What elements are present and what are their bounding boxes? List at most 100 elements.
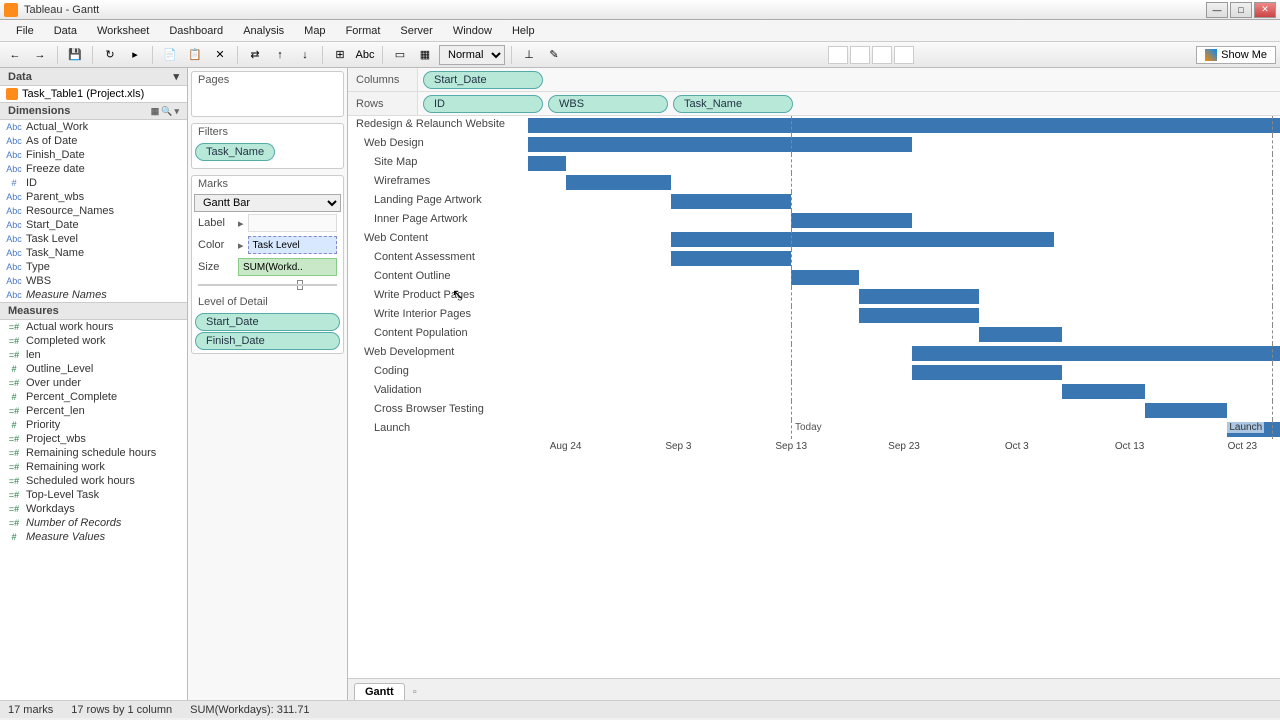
gantt-bar[interactable]	[859, 289, 979, 304]
measure-project-wbs[interactable]: =#Project_wbs	[0, 432, 187, 446]
measure-workdays[interactable]: =#Workdays	[0, 502, 187, 516]
dimension-type[interactable]: AbcType	[0, 260, 187, 274]
gantt-bar[interactable]	[671, 194, 791, 209]
save-button[interactable]: 💾	[64, 45, 86, 65]
measure-actual-work-hours[interactable]: =#Actual work hours	[0, 320, 187, 334]
lod-pill-start_date[interactable]: Start_Date	[195, 313, 340, 331]
lod-pill-finish_date[interactable]: Finish_Date	[195, 332, 340, 350]
dimension-start-date[interactable]: AbcStart_Date	[0, 218, 187, 232]
pages-shelf[interactable]: Pages	[191, 71, 344, 117]
measure-remaining-schedule-hours[interactable]: =#Remaining schedule hours	[0, 446, 187, 460]
home-button[interactable]	[894, 46, 914, 64]
measure-measure-values[interactable]: #Measure Values	[0, 530, 187, 544]
gantt-bar[interactable]	[859, 308, 979, 323]
worksheet-view-button[interactable]	[850, 46, 870, 64]
gantt-bar[interactable]	[791, 270, 859, 285]
highlight-button[interactable]: ✎	[543, 45, 565, 65]
fit-select[interactable]: Normal	[439, 45, 505, 65]
label-shelf[interactable]	[248, 214, 337, 232]
close-button[interactable]: ✕	[1254, 2, 1276, 18]
find-icon[interactable]: 🔍	[161, 106, 172, 117]
row-pill-task_name[interactable]: Task_Name	[673, 95, 793, 113]
gantt-bar[interactable]	[671, 232, 1055, 247]
swap-button[interactable]: ⇄	[244, 45, 266, 65]
measure-remaining-work[interactable]: =#Remaining work	[0, 460, 187, 474]
new-worksheet-button[interactable]: 📄	[159, 45, 181, 65]
dashboard-view-button[interactable]	[872, 46, 892, 64]
minimize-button[interactable]: —	[1206, 2, 1228, 18]
size-shelf[interactable]: SUM(Workd..	[238, 258, 337, 276]
clear-button[interactable]: ✕	[209, 45, 231, 65]
row-pill-id[interactable]: ID	[423, 95, 543, 113]
menu-format[interactable]: Format	[336, 23, 391, 39]
gantt-bar[interactable]	[528, 156, 566, 171]
show-me-button[interactable]: Show Me	[1196, 46, 1276, 64]
columns-shelf[interactable]: Columns Start_Date	[348, 68, 1280, 92]
measure-priority[interactable]: #Priority	[0, 418, 187, 432]
new-sheet-button[interactable]: ▫	[405, 684, 425, 700]
gantt-chart[interactable]: Redesign & Relaunch WebsiteWeb DesignSit…	[348, 116, 1280, 678]
sort-desc-button[interactable]: ↓	[294, 45, 316, 65]
gantt-bar[interactable]	[1062, 384, 1145, 399]
gantt-bar[interactable]	[912, 365, 1062, 380]
gantt-bar[interactable]	[671, 251, 791, 266]
menu-data[interactable]: Data	[44, 23, 87, 39]
measure-over-under[interactable]: =#Over under	[0, 376, 187, 390]
rows-shelf[interactable]: Rows IDWBSTask_Name	[348, 92, 1280, 116]
gantt-bar[interactable]	[791, 213, 911, 228]
dimension-resource-names[interactable]: AbcResource_Names	[0, 204, 187, 218]
menu-dashboard[interactable]: Dashboard	[159, 23, 233, 39]
dimension-parent-wbs[interactable]: AbcParent_wbs	[0, 190, 187, 204]
menu-file[interactable]: File	[6, 23, 44, 39]
mark-type-select[interactable]: Gantt Bar	[194, 194, 341, 212]
forward-button[interactable]: →	[29, 45, 51, 65]
measure-number-of-records[interactable]: =#Number of Records	[0, 516, 187, 530]
measure-outline-level[interactable]: #Outline_Level	[0, 362, 187, 376]
measure-top-level-task[interactable]: =#Top-Level Task	[0, 488, 187, 502]
dimension-wbs[interactable]: AbcWBS	[0, 274, 187, 288]
gantt-bar[interactable]	[912, 346, 1280, 361]
row-pill-wbs[interactable]: WBS	[548, 95, 668, 113]
gantt-bar[interactable]	[979, 327, 1062, 342]
view-toggle-icon[interactable]: ▦	[151, 106, 160, 117]
maximize-button[interactable]: □	[1230, 2, 1252, 18]
menu-worksheet[interactable]: Worksheet	[87, 23, 159, 39]
measure-completed-work[interactable]: =#Completed work	[0, 334, 187, 348]
menu-help[interactable]: Help	[502, 23, 545, 39]
duplicate-button[interactable]: 📋	[184, 45, 206, 65]
menu-server[interactable]: Server	[390, 23, 442, 39]
filters-shelf[interactable]: Filters Task_Name	[191, 123, 344, 169]
presentation-button[interactable]: ▭	[389, 45, 411, 65]
fix-axes-button[interactable]: ⊥	[518, 45, 540, 65]
column-pill-start_date[interactable]: Start_Date	[423, 71, 543, 89]
color-shelf[interactable]: Task Level	[248, 236, 337, 254]
dimension-finish-date[interactable]: AbcFinish_Date	[0, 148, 187, 162]
auto-update-button[interactable]: ▸	[124, 45, 146, 65]
measure-percent-len[interactable]: =#Percent_len	[0, 404, 187, 418]
view-cards-button[interactable]: ▦	[414, 45, 436, 65]
group-button[interactable]: ⊞	[329, 45, 351, 65]
dimension-as-of-date[interactable]: AbcAs of Date	[0, 134, 187, 148]
menu-map[interactable]: Map	[294, 23, 335, 39]
refresh-button[interactable]: ↻	[99, 45, 121, 65]
gantt-bar[interactable]	[566, 175, 671, 190]
label-button[interactable]: Abc	[354, 45, 376, 65]
gantt-bar[interactable]	[528, 137, 912, 152]
dimension-measure-names[interactable]: AbcMeasure Names	[0, 288, 187, 302]
measure-scheduled-work-hours[interactable]: =#Scheduled work hours	[0, 474, 187, 488]
lod-shelf[interactable]: Start_DateFinish_Date	[192, 310, 343, 353]
menu-analysis[interactable]: Analysis	[233, 23, 294, 39]
sheet-tab-gantt[interactable]: Gantt	[354, 683, 405, 700]
gantt-bar[interactable]	[528, 118, 1280, 133]
dimension-actual-work[interactable]: AbcActual_Work	[0, 120, 187, 134]
measure-percent-complete[interactable]: #Percent_Complete	[0, 390, 187, 404]
filter-pill-task-name[interactable]: Task_Name	[195, 143, 275, 161]
dimension-freeze-date[interactable]: AbcFreeze date	[0, 162, 187, 176]
dimension-id[interactable]: #ID	[0, 176, 187, 190]
data-source[interactable]: Task_Table1 (Project.xls)	[0, 86, 187, 102]
sort-asc-button[interactable]: ↑	[269, 45, 291, 65]
measure-len[interactable]: =#len	[0, 348, 187, 362]
menu-window[interactable]: Window	[443, 23, 502, 39]
back-button[interactable]: ←	[4, 45, 26, 65]
gantt-bar[interactable]	[1145, 403, 1228, 418]
